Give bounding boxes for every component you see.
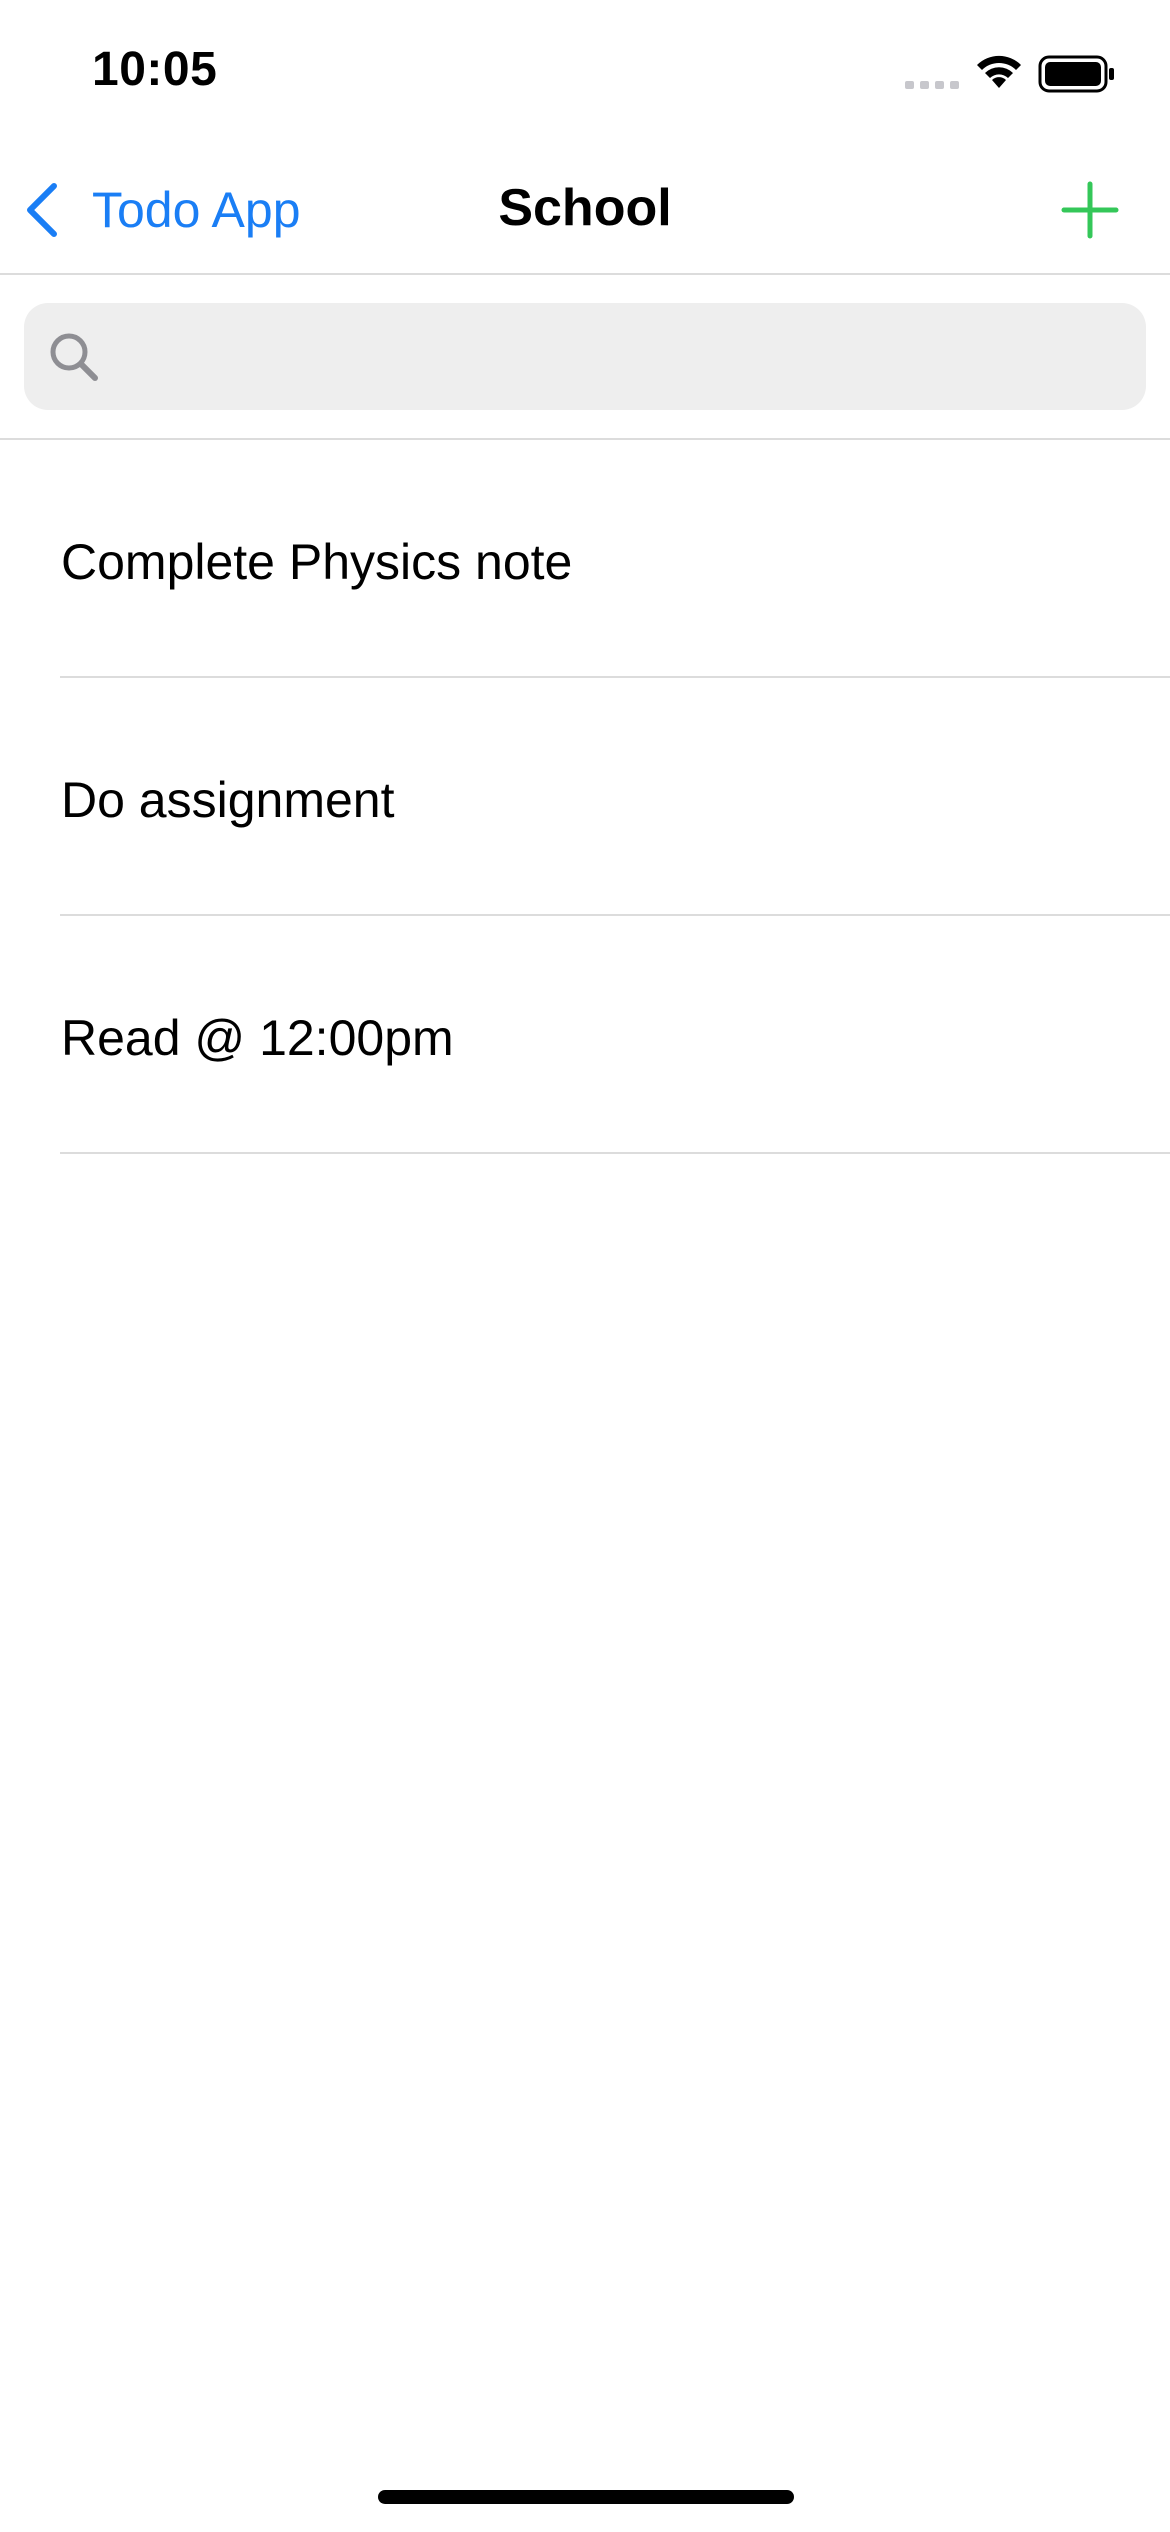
add-todo-button[interactable] bbox=[1058, 178, 1122, 242]
wifi-icon bbox=[977, 55, 1021, 88]
status-time: 10:05 bbox=[92, 43, 218, 96]
status-bar: 10:05 bbox=[0, 0, 1170, 150]
plus-icon bbox=[1061, 181, 1119, 239]
todo-item[interactable]: Complete Physics note bbox=[0, 440, 1170, 678]
todo-item-title: Read @ 12:00pm bbox=[61, 1010, 454, 1066]
search-icon bbox=[50, 333, 98, 381]
search-field[interactable] bbox=[24, 303, 1146, 410]
page-title: School bbox=[498, 179, 672, 237]
battery-icon bbox=[1038, 55, 1114, 93]
navigation-bar: Todo App School bbox=[0, 150, 1170, 275]
search-input[interactable] bbox=[102, 303, 1146, 410]
todo-list: Complete Physics note Do assignment Read… bbox=[0, 440, 1170, 1154]
todo-item[interactable]: Read @ 12:00pm bbox=[0, 916, 1170, 1154]
cellular-signal-icon bbox=[905, 81, 959, 89]
search-bar bbox=[0, 275, 1170, 440]
todo-item-title: Do assignment bbox=[61, 772, 395, 828]
todo-item-title: Complete Physics note bbox=[61, 534, 573, 590]
todo-item[interactable]: Do assignment bbox=[0, 678, 1170, 916]
home-indicator[interactable] bbox=[378, 2490, 794, 2504]
